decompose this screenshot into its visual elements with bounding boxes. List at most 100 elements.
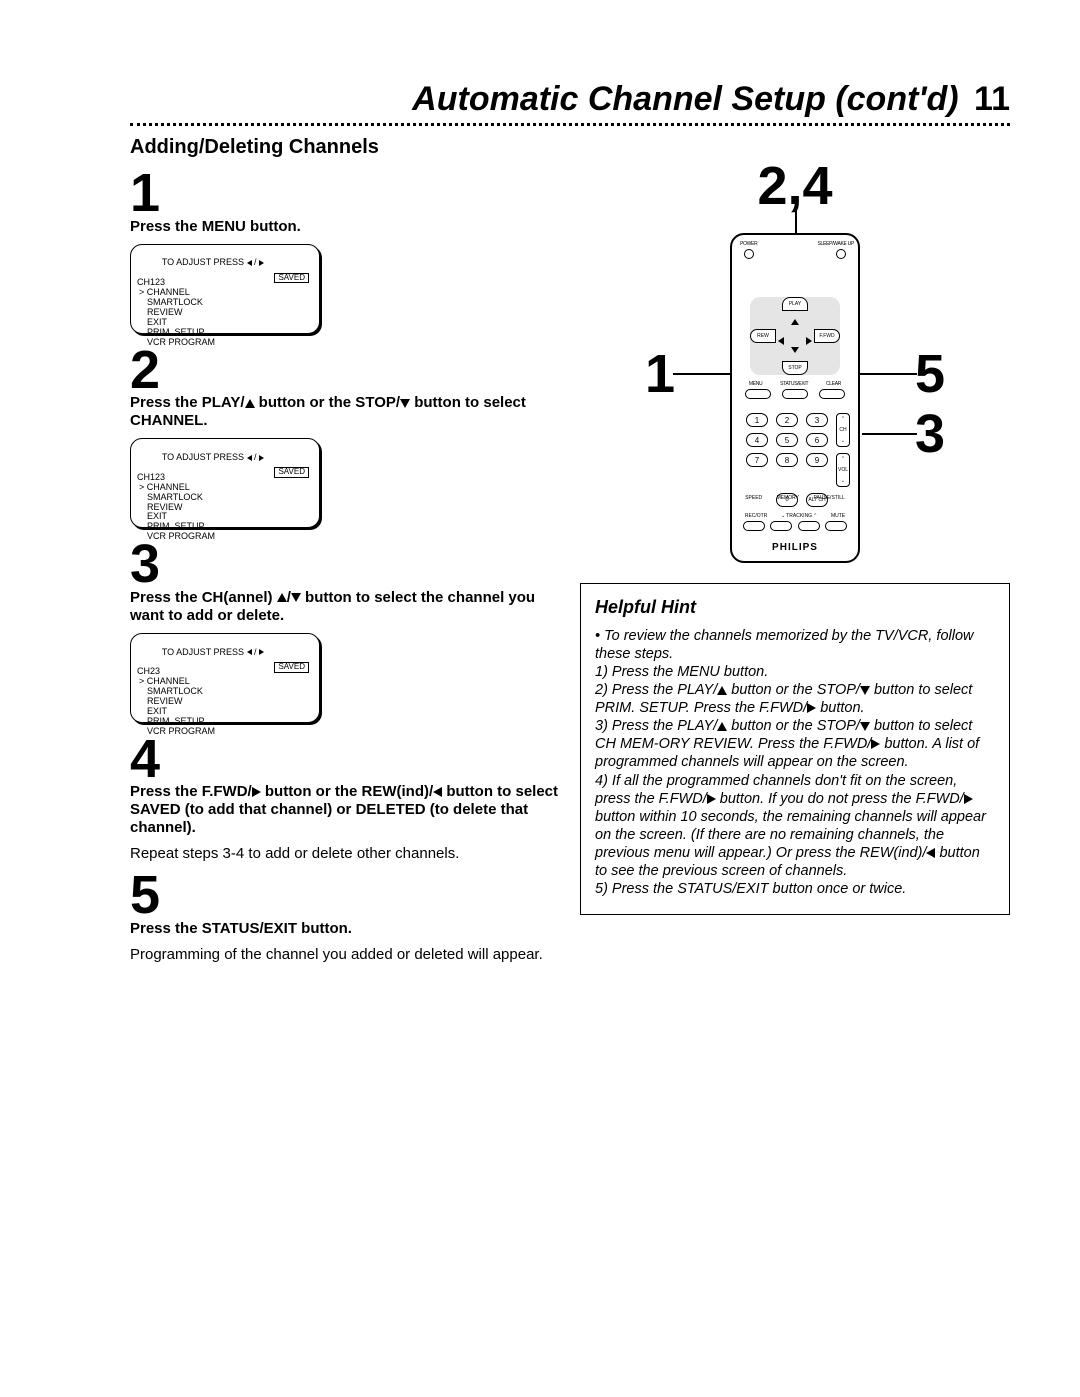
hint-bullet: •	[595, 628, 604, 644]
step-1-number: 1	[130, 169, 560, 218]
play-button[interactable]: PLAY	[782, 297, 808, 311]
hint-line: button.	[816, 700, 864, 716]
key-8[interactable]: 8	[776, 453, 798, 467]
ch-vol-rockers: ⌃ CH ⌄ ⌃ VOL ⌄	[836, 413, 852, 487]
tracking-up-button[interactable]	[798, 521, 820, 531]
menu-row	[732, 389, 858, 399]
power-label: POWER	[740, 241, 757, 247]
right-arrow-icon	[259, 260, 264, 266]
key-6[interactable]: 6	[806, 433, 828, 447]
vol-label: VOL	[838, 467, 848, 473]
recotr-button[interactable]	[743, 521, 765, 531]
osd-saved-badge: SAVED	[274, 662, 309, 673]
step-4-sub: Repeat steps 3-4 to add or delete other …	[130, 845, 560, 863]
sleep-button[interactable]	[836, 249, 846, 259]
menu-label: MENU	[749, 381, 763, 387]
menu-row-labels: MENU STATUS/EXIT CLEAR	[732, 381, 858, 387]
right-arrow-icon	[871, 739, 880, 749]
title-text: Automatic Channel Setup (cont'd)	[412, 80, 958, 118]
step-2-text: Press the PLAY/ button or the STOP/ butt…	[130, 394, 560, 430]
stop-button[interactable]: STOP	[782, 361, 808, 375]
mute-button[interactable]	[825, 521, 847, 531]
stop-label: STOP	[788, 365, 802, 371]
step-text-part: Press the F.FWD/	[130, 783, 252, 800]
osd-menu-item: VCR PROGRAM	[137, 532, 313, 542]
sleep-label: SLEEP/WAKE UP	[818, 241, 854, 247]
osd-text: /	[252, 452, 260, 462]
rew-button[interactable]: REW	[750, 329, 776, 343]
remote-diagram: 2,4 1 5 3 POWER SLEEP/WAKE UP PLAY S	[655, 163, 935, 563]
right-arrow-icon	[807, 703, 816, 713]
hint-line: 2) Press the PLAY/	[595, 682, 717, 698]
osd-text: TO ADJUST PRESS	[162, 647, 247, 657]
hint-line: button or the STOP/	[727, 682, 860, 698]
ch-rocker[interactable]: ⌃ CH ⌄	[836, 413, 850, 447]
key-4[interactable]: 4	[746, 433, 768, 447]
callout-left: 1	[645, 343, 675, 405]
power-button[interactable]	[744, 249, 754, 259]
key-2[interactable]: 2	[776, 413, 798, 427]
play-label: PLAY	[789, 301, 801, 307]
up-arrow-icon	[245, 399, 255, 408]
ffwd-button[interactable]: F.FWD	[814, 329, 840, 343]
right-arrow-icon	[259, 649, 264, 655]
hint-line: 1) Press the MENU button.	[595, 664, 768, 680]
up-arrow-icon	[717, 686, 727, 695]
vol-rocker[interactable]: ⌃ VOL ⌄	[836, 453, 850, 487]
hint-title: Helpful Hint	[595, 596, 995, 619]
page-number: 11	[968, 80, 1010, 118]
down-caret-icon: ⌄	[841, 478, 845, 484]
steps-column: 1 Press the MENU button. TO ADJUST PRESS…	[130, 163, 560, 972]
speed-label: SPEED	[745, 495, 762, 501]
hint-line: button. If you do not press the F.FWD/	[716, 791, 964, 807]
step-5-text: Press the STATUS/EXIT button.	[130, 920, 560, 938]
osd-item-text: CHANNEL	[147, 287, 190, 297]
down-arrow-icon	[860, 686, 870, 695]
left-arrow-icon	[433, 787, 442, 797]
mute-label: MUTE	[831, 513, 845, 519]
brand-label: PHILIPS	[732, 542, 858, 553]
osd-text: TO ADJUST PRESS	[162, 257, 247, 267]
callout-top: 2,4	[757, 155, 832, 217]
section-heading: Adding/Deleting Channels	[130, 136, 1010, 159]
key-5[interactable]: 5	[776, 433, 798, 447]
up-caret-icon: ⌃	[841, 456, 845, 462]
status-exit-button[interactable]	[782, 389, 808, 399]
bottom-button-row	[732, 521, 858, 531]
callout-line	[862, 433, 917, 435]
up-arrow-icon	[717, 722, 727, 731]
step-5-sub: Programming of the channel you added or …	[130, 946, 560, 964]
step-text-part: Press the CH(annel)	[130, 589, 277, 606]
step-1-text: Press the MENU button.	[130, 218, 560, 236]
remote-control: POWER SLEEP/WAKE UP PLAY STOP REW F.FWD	[730, 233, 860, 563]
step-4-text: Press the F.FWD/ button or the REW(ind)/…	[130, 783, 560, 837]
tracking-label: TRACKING	[786, 513, 812, 519]
step-3-text: Press the CH(annel) / button to select t…	[130, 589, 560, 625]
callout-line	[857, 373, 917, 375]
key-7[interactable]: 7	[746, 453, 768, 467]
clear-button[interactable]	[819, 389, 845, 399]
osd-text: /	[252, 257, 260, 267]
step-text-part: button or the STOP/	[255, 394, 401, 411]
content-columns: 1 Press the MENU button. TO ADJUST PRESS…	[130, 163, 1010, 972]
up-outline-arrow-icon	[277, 593, 287, 602]
down-arrow-icon	[860, 722, 870, 731]
key-1[interactable]: 1	[746, 413, 768, 427]
right-arrow-icon	[964, 794, 973, 804]
recotr-label: REC/OTR	[745, 513, 768, 519]
step-2-number: 2	[130, 346, 560, 395]
osd-text: TO ADJUST PRESS	[162, 452, 247, 462]
dpad: PLAY STOP REW F.FWD	[750, 297, 840, 375]
pause-label: PAUSE/STILL	[813, 495, 844, 501]
osd-item-text: CHANNEL	[147, 482, 190, 492]
up-arrow-icon	[791, 313, 799, 331]
key-9[interactable]: 9	[806, 453, 828, 467]
key-3[interactable]: 3	[806, 413, 828, 427]
menu-button[interactable]	[745, 389, 771, 399]
osd-menu-item: VCR PROGRAM	[137, 338, 313, 348]
tracking-down-button[interactable]	[770, 521, 792, 531]
rew-label: REW	[757, 333, 769, 339]
osd-saved-badge: SAVED	[274, 467, 309, 478]
hint-body: • To review the channels memorized by th…	[595, 627, 995, 899]
right-arrow-icon	[252, 787, 261, 797]
